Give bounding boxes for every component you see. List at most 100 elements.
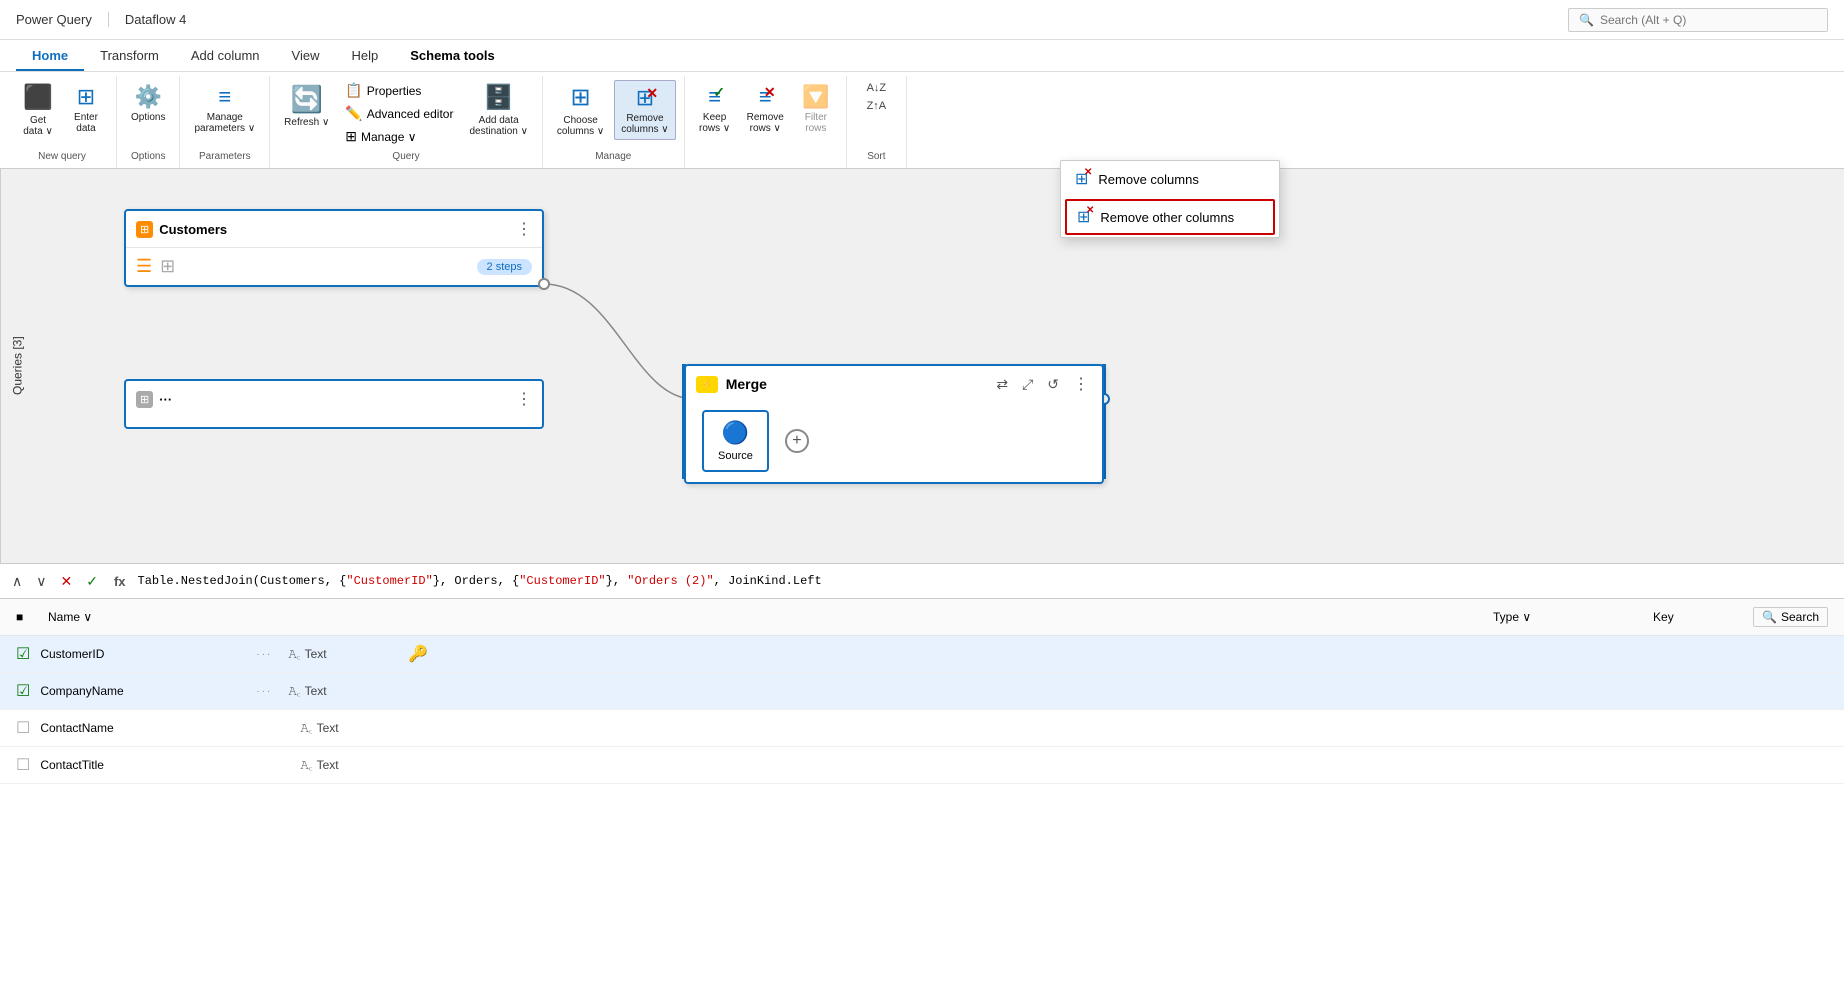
- type-icon-4: 𝙰꜀: [300, 758, 312, 773]
- add-data-dest-icon: 🗄️: [484, 84, 514, 113]
- group-parameters-label: Parameters: [188, 147, 261, 164]
- col-name-3: ContactName: [40, 721, 240, 735]
- row-checkbox-2[interactable]: ☑: [16, 681, 30, 701]
- table-row[interactable]: ☑ CustomerID ··· 𝙰꜀ Text 🔑: [0, 636, 1844, 673]
- options-label: Options: [131, 112, 165, 123]
- merge-share-icon[interactable]: ⇄: [996, 376, 1008, 393]
- search-icon: 🔍: [1579, 13, 1594, 27]
- customers-card-menu[interactable]: ⋮: [516, 219, 532, 239]
- search-input[interactable]: [1600, 13, 1800, 27]
- col-dots-2[interactable]: ···: [256, 686, 272, 697]
- customers-steps-badge: 2 steps: [477, 259, 532, 275]
- formula-accept-btn[interactable]: ✓: [82, 571, 102, 592]
- group-reduce-rows-label: [693, 158, 838, 164]
- column-key-header[interactable]: Key: [1653, 610, 1753, 624]
- options-button[interactable]: ⚙️ Options: [125, 80, 171, 127]
- source-node[interactable]: 🔵 Source: [702, 410, 769, 472]
- refresh-button[interactable]: 🔄 Refresh ∨: [278, 80, 335, 132]
- type-label-2: Text: [305, 684, 327, 698]
- col-type-4: 𝙰꜀ Text: [300, 758, 420, 773]
- group-sort: A↓Z Z↑A Sort: [847, 76, 907, 168]
- properties-icon: 📋: [345, 82, 362, 99]
- key-header-label: Key: [1653, 610, 1674, 624]
- tab-help[interactable]: Help: [335, 40, 394, 71]
- merge-expand-icon[interactable]: ⤢: [1022, 376, 1033, 393]
- merge-menu[interactable]: ⋮: [1073, 374, 1089, 394]
- manage-label: Manage ∨: [361, 130, 416, 144]
- column-type-header[interactable]: Type ∨: [1493, 610, 1653, 624]
- type-label-4: Text: [317, 758, 339, 772]
- customers-card-body: ☰ ⊞ 2 steps: [126, 248, 542, 285]
- enter-data-label: Enterdata: [74, 112, 98, 134]
- remove-rows-button[interactable]: ≡ ✕ Removerows ∨: [741, 80, 790, 138]
- remove-other-columns-label: Remove other columns: [1100, 210, 1234, 225]
- customers-card-header: ⊞ Customers ⋮: [126, 211, 542, 248]
- tab-home[interactable]: Home: [16, 40, 84, 71]
- get-data-button[interactable]: ⬛ Getdata ∨: [16, 80, 60, 141]
- global-search[interactable]: 🔍: [1568, 8, 1828, 32]
- properties-button[interactable]: 📋 Properties: [339, 80, 459, 101]
- customers-card-title: Customers: [159, 222, 510, 237]
- sort-az-button[interactable]: A↓Z: [861, 80, 893, 96]
- type-label-1: Text: [305, 647, 327, 661]
- merge-refresh-icon[interactable]: ↺: [1047, 376, 1059, 393]
- manage-button[interactable]: ⊞ Manage ∨: [339, 126, 459, 147]
- keep-rows-label: Keeprows ∨: [699, 112, 730, 134]
- filter-rows-icon: 🔽: [802, 84, 829, 110]
- enter-data-button[interactable]: ⊞ Enterdata: [64, 80, 108, 138]
- add-step-button[interactable]: +: [785, 429, 809, 453]
- advanced-editor-label: Advanced editor: [367, 107, 454, 121]
- table-row[interactable]: ☐ ContactTitle 𝙰꜀ Text: [0, 747, 1844, 784]
- connection-dot-1: [538, 278, 550, 290]
- tab-view[interactable]: View: [276, 40, 336, 71]
- group-parameters: ≡ Manageparameters ∨ Parameters: [180, 76, 270, 168]
- row-checkbox-4[interactable]: ☐: [16, 755, 30, 775]
- table-row[interactable]: ☐ ContactName 𝙰꜀ Text: [0, 710, 1844, 747]
- row-checkbox-1[interactable]: ☑: [16, 644, 30, 664]
- choose-columns-button[interactable]: ⊞ Choosecolumns ∨: [551, 80, 610, 141]
- queries-sidebar[interactable]: Queries [3]: [0, 169, 34, 563]
- col-name-4: ContactTitle: [40, 758, 240, 772]
- remove-other-columns-item[interactable]: ⊞ ✕ Remove other columns: [1065, 199, 1275, 235]
- row-checkbox-3[interactable]: ☐: [16, 718, 30, 738]
- formula-up-btn[interactable]: ∧: [8, 571, 26, 592]
- formula-cancel-btn[interactable]: ✕: [57, 571, 77, 592]
- formula-content: Table.NestedJoin(Customers, {"CustomerID…: [138, 574, 822, 588]
- formula-bar: ∧ ∨ ✕ ✓ fx Table.NestedJoin(Customers, {…: [0, 563, 1844, 599]
- col-type-2: 𝙰꜀ Text: [288, 684, 408, 699]
- remove-other-columns-icon: ⊞ ✕: [1077, 207, 1090, 227]
- second-query-menu[interactable]: ⋮: [516, 389, 532, 409]
- enter-data-icon: ⊞: [77, 84, 95, 110]
- formula-down-btn[interactable]: ∨: [32, 571, 50, 592]
- column-name-header[interactable]: Name ∨: [48, 610, 1493, 624]
- remove-columns-menu-item[interactable]: ⊞ ✕ Remove columns: [1061, 161, 1279, 197]
- tab-transform[interactable]: Transform: [84, 40, 175, 71]
- header-checkbox-icon: ■: [16, 610, 38, 624]
- manage-parameters-button[interactable]: ≡ Manageparameters ∨: [188, 80, 261, 138]
- remove-columns-button[interactable]: ⊞ ✕ Removecolumns ∨: [614, 80, 675, 140]
- add-data-dest-button[interactable]: 🗄️ Add datadestination ∨: [463, 80, 533, 141]
- schema-search-box[interactable]: 🔍 Search: [1753, 607, 1828, 627]
- tab-schema-tools[interactable]: Schema tools: [394, 40, 511, 71]
- customers-card: ⊞ Customers ⋮ ☰ ⊞ 2 steps: [124, 209, 544, 287]
- col-dots-1[interactable]: ···: [256, 649, 272, 660]
- get-data-icon: ⬛: [23, 84, 53, 113]
- remove-columns-icon: ⊞ ✕: [636, 85, 654, 111]
- source-node-icon: 🔵: [722, 420, 749, 446]
- tab-add-column[interactable]: Add column: [175, 40, 276, 71]
- add-step-icon: +: [792, 432, 801, 450]
- sort-za-button[interactable]: Z↑A: [861, 98, 893, 114]
- refresh-label: Refresh ∨: [284, 117, 329, 128]
- type-header-label: Type ∨: [1493, 610, 1531, 624]
- group-query-label: Query: [278, 147, 534, 164]
- keep-rows-button[interactable]: ≡ ✓ Keeprows ∨: [693, 80, 737, 138]
- group-new-query: ⬛ Getdata ∨ ⊞ Enterdata New query: [8, 76, 117, 168]
- sort-az-icon: A↓Z: [867, 82, 887, 94]
- choose-columns-label: Choosecolumns ∨: [557, 115, 604, 137]
- second-query-card: ⊞ ··· ⋮: [124, 379, 544, 429]
- keep-rows-icon: ≡ ✓: [708, 84, 721, 110]
- table-row[interactable]: ☑ CompanyName ··· 𝙰꜀ Text: [0, 673, 1844, 710]
- advanced-editor-button[interactable]: ✏️ Advanced editor: [339, 103, 459, 124]
- manage-params-icon: ≡: [218, 84, 231, 110]
- filter-rows-button[interactable]: 🔽 Filterrows: [794, 80, 838, 138]
